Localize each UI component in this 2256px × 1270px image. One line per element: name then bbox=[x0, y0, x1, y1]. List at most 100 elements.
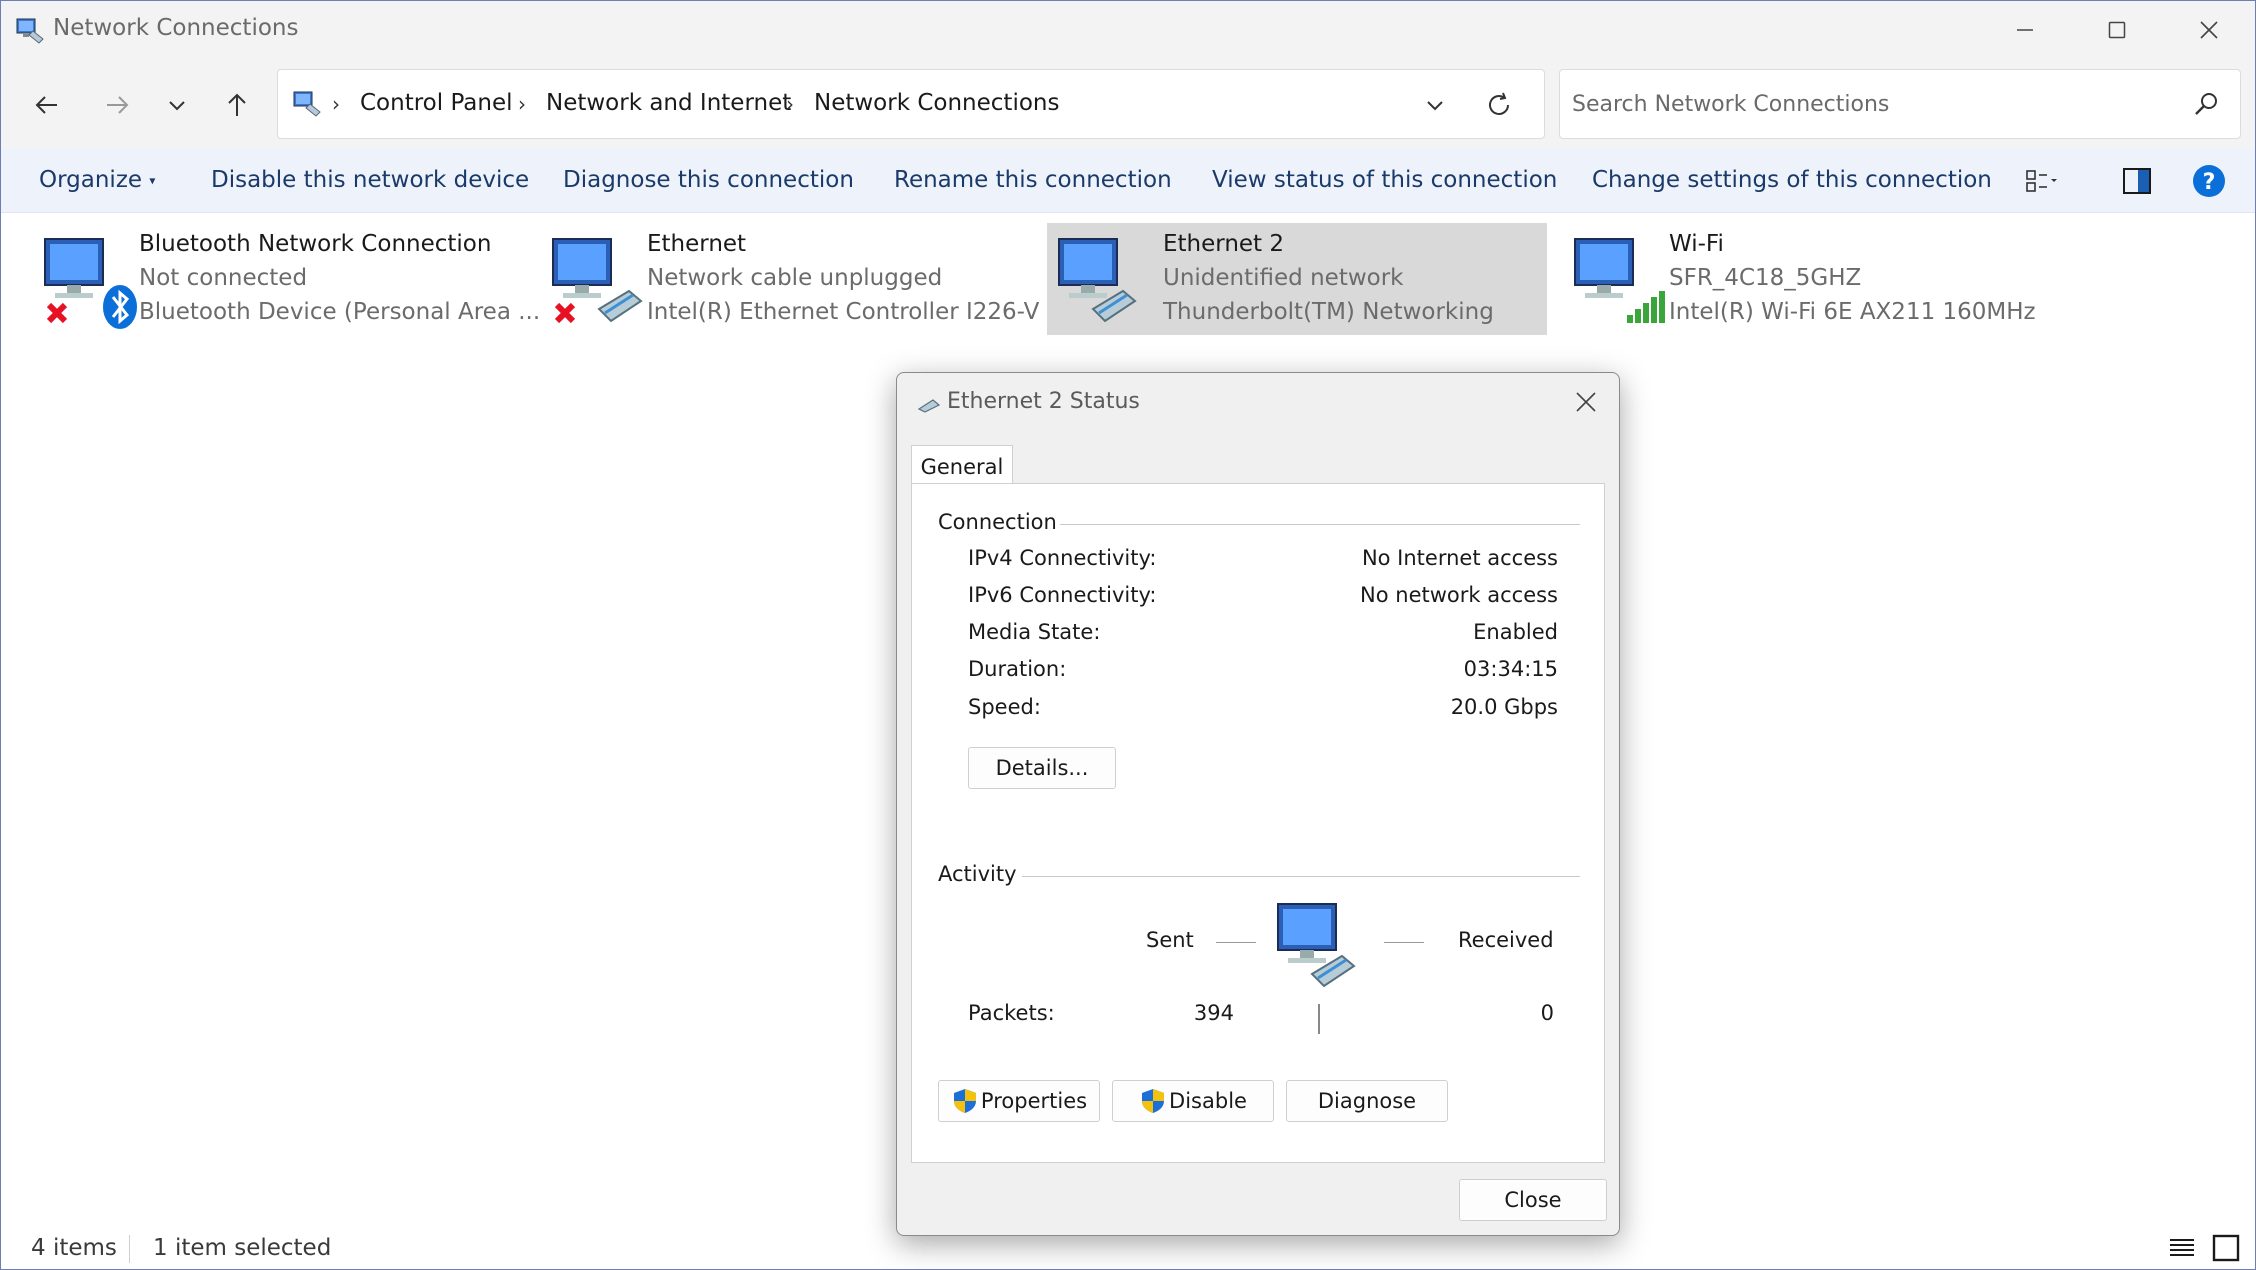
breadcrumb-control-panel[interactable]: Control Panel bbox=[360, 90, 513, 116]
minimize-button[interactable] bbox=[1979, 1, 2071, 59]
properties-label: Properties bbox=[980, 1089, 1088, 1113]
breadcrumb-network-and-internet[interactable]: Network and Internet bbox=[546, 90, 791, 116]
arrow-right-icon bbox=[107, 96, 129, 114]
rename-connection-command[interactable]: Rename this connection bbox=[894, 167, 1172, 193]
received-label: Received bbox=[1458, 928, 1554, 952]
item-count: 4 items bbox=[31, 1235, 117, 1261]
connection-name: Ethernet bbox=[647, 231, 747, 257]
tab-general[interactable]: General bbox=[911, 445, 1013, 487]
breadcrumb-separator-icon: › bbox=[786, 92, 794, 116]
breadcrumb-network-connections[interactable]: Network Connections bbox=[814, 90, 1059, 116]
duration-value: 03:34:15 bbox=[1463, 657, 1558, 681]
packets-received-value: 0 bbox=[1540, 1001, 1554, 1025]
diagnose-connection-command[interactable]: Diagnose this connection bbox=[563, 167, 854, 193]
caret-down-icon: ▾ bbox=[149, 173, 156, 188]
disable-button[interactable]: Disable bbox=[1112, 1080, 1274, 1122]
recent-locations-button[interactable] bbox=[155, 83, 199, 127]
maximize-button[interactable] bbox=[2071, 1, 2163, 59]
navigation-bar: › Control Panel › Network and Internet ›… bbox=[1, 59, 2255, 149]
group-divider bbox=[1022, 876, 1580, 877]
connection-device: Intel(R) Ethernet Controller I226-V bbox=[647, 299, 1040, 325]
chevron-down-icon[interactable] bbox=[1420, 90, 1450, 120]
wifi-network-icon bbox=[1574, 238, 1665, 323]
connection-item-ethernet[interactable]: Ethernet Network cable unplugged Intel(R… bbox=[537, 223, 1040, 335]
status-divider bbox=[129, 1235, 130, 1263]
address-bar[interactable]: › Control Panel › Network and Internet ›… bbox=[277, 69, 1545, 139]
ipv4-connectivity-value: No Internet access bbox=[1361, 546, 1558, 570]
details-view-icon[interactable] bbox=[2167, 1233, 2197, 1263]
packets-divider bbox=[1318, 1004, 1320, 1034]
sent-label: Sent bbox=[1146, 928, 1194, 952]
speed-value: 20.0 Gbps bbox=[1450, 695, 1558, 719]
control-panel-icon bbox=[293, 91, 321, 117]
forward-button[interactable] bbox=[95, 83, 139, 127]
help-icon[interactable]: ? bbox=[2191, 163, 2227, 199]
ethernet-network-icon bbox=[1058, 238, 1137, 323]
arrow-up-icon bbox=[228, 93, 246, 116]
view-options-icon[interactable] bbox=[2023, 163, 2059, 199]
received-line bbox=[1384, 942, 1424, 943]
activity-group-label: Activity bbox=[938, 862, 1017, 886]
bluetooth-network-icon bbox=[44, 238, 137, 329]
command-bar: Organize ▾ Disable this network device D… bbox=[1, 149, 2255, 213]
connection-item-bluetooth[interactable]: Bluetooth Network Connection Not connect… bbox=[29, 223, 540, 335]
ipv6-connectivity-label: IPv6 Connectivity: bbox=[968, 583, 1157, 607]
connection-device: Bluetooth Device (Personal Area ... bbox=[139, 299, 541, 325]
properties-button[interactable]: Properties bbox=[938, 1080, 1100, 1122]
ethernet-2-status-dialog: Ethernet 2 Status General Connection IPv… bbox=[896, 372, 1620, 1236]
dialog-tabs: General bbox=[911, 445, 1605, 487]
large-icons-view-icon[interactable] bbox=[2211, 1233, 2241, 1263]
details-button[interactable]: Details... bbox=[968, 747, 1116, 789]
connection-name: Bluetooth Network Connection bbox=[139, 231, 492, 257]
connection-name: Ethernet 2 bbox=[1163, 231, 1285, 257]
connection-name: Wi-Fi bbox=[1669, 231, 1724, 257]
connection-item-ethernet-2[interactable]: Ethernet 2 Unidentified network Thunderb… bbox=[1047, 223, 1547, 335]
activity-network-icon bbox=[1277, 903, 1356, 988]
view-status-command[interactable]: View status of this connection bbox=[1212, 167, 1557, 193]
diagnose-button[interactable]: Diagnose bbox=[1286, 1080, 1448, 1122]
speed-label: Speed: bbox=[968, 695, 1041, 719]
connection-status: Network cable unplugged bbox=[647, 265, 943, 291]
window-title: Network Connections bbox=[53, 15, 299, 41]
disable-device-command[interactable]: Disable this network device bbox=[211, 167, 529, 193]
maximize-icon bbox=[2108, 21, 2126, 39]
search-icon[interactable] bbox=[2190, 88, 2222, 120]
uac-shield-icon bbox=[953, 1089, 976, 1113]
connection-item-wifi[interactable]: Wi-Fi SFR_4C18_5GHZ Intel(R) Wi-Fi 6E AX… bbox=[1559, 223, 2119, 335]
connection-status: Unidentified network bbox=[1163, 265, 1404, 291]
search-input[interactable] bbox=[1572, 86, 2172, 122]
title-bar: Network Connections bbox=[1, 1, 2255, 59]
arrow-left-icon bbox=[35, 96, 57, 114]
ipv6-connectivity-value: No network access bbox=[1360, 583, 1558, 607]
minimize-icon bbox=[2017, 29, 2033, 31]
duration-label: Duration: bbox=[968, 657, 1067, 681]
media-state-label: Media State: bbox=[968, 620, 1101, 644]
uac-shield-icon bbox=[1142, 1089, 1165, 1113]
disable-label: Disable bbox=[1169, 1089, 1247, 1113]
selection-count: 1 item selected bbox=[153, 1235, 332, 1261]
up-button[interactable] bbox=[215, 83, 259, 127]
connection-status: Not connected bbox=[139, 265, 308, 291]
packets-sent-value: 394 bbox=[1193, 1001, 1234, 1025]
media-state-value: Enabled bbox=[1473, 620, 1558, 644]
close-button[interactable]: Close bbox=[1459, 1179, 1607, 1221]
connection-device: Intel(R) Wi-Fi 6E AX211 160MHz bbox=[1669, 299, 2036, 325]
packets-label: Packets: bbox=[968, 1001, 1055, 1025]
close-icon[interactable] bbox=[1571, 387, 1601, 417]
back-button[interactable] bbox=[25, 83, 69, 127]
preview-pane-icon[interactable] bbox=[2119, 163, 2155, 199]
connection-group-label: Connection bbox=[938, 510, 1057, 534]
close-icon bbox=[2200, 21, 2218, 39]
change-settings-command[interactable]: Change settings of this connection bbox=[1592, 167, 1992, 193]
ethernet-cable-icon bbox=[917, 399, 941, 413]
group-divider bbox=[1060, 524, 1580, 525]
connection-device: Thunderbolt(TM) Networking bbox=[1163, 299, 1494, 325]
ipv4-connectivity-label: IPv4 Connectivity: bbox=[968, 546, 1157, 570]
close-window-button[interactable] bbox=[2163, 1, 2255, 59]
ethernet-network-icon bbox=[552, 238, 643, 324]
breadcrumb-separator-icon: › bbox=[332, 92, 340, 116]
breadcrumb-separator-icon: › bbox=[518, 92, 526, 116]
refresh-icon[interactable] bbox=[1482, 88, 1516, 122]
organize-menu[interactable]: Organize ▾ bbox=[39, 167, 155, 193]
dialog-title: Ethernet 2 Status bbox=[947, 389, 1140, 414]
